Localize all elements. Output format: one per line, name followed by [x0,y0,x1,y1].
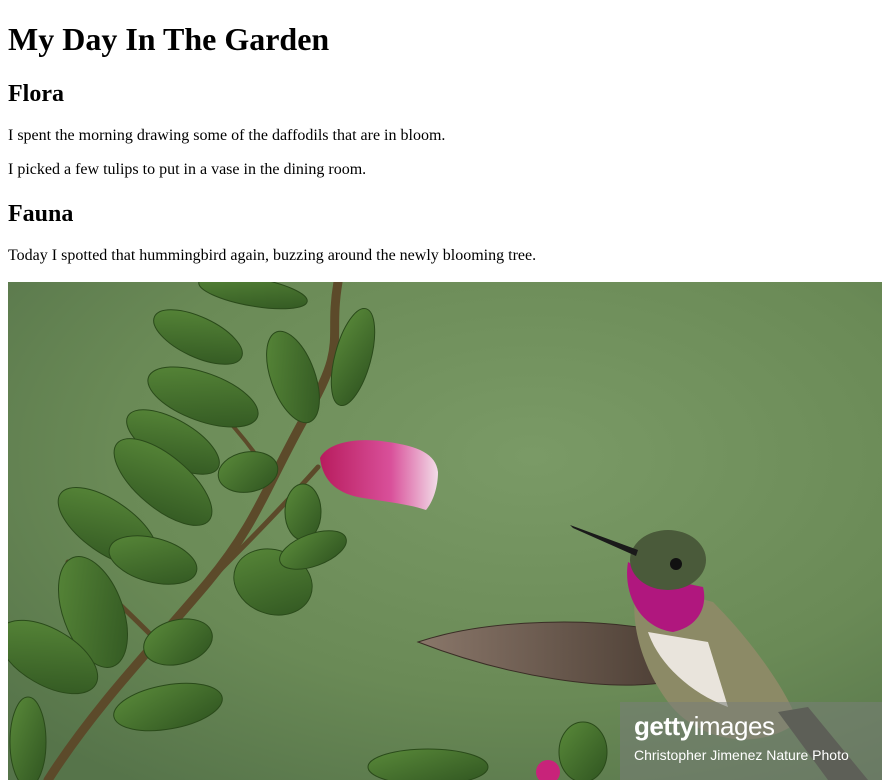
logo-text-light: images [693,711,775,741]
page-title: My Day In The Garden [8,21,330,57]
flora-paragraph-2: I picked a few tulips to put in a vase i… [8,161,367,178]
flora-paragraph-1: I spent the morning drawing some of the … [8,127,446,144]
logo-text-bold: getty [634,711,694,741]
photo-credit: Christopher Jimenez Nature Photo [634,747,849,763]
fauna-paragraph-1: Today I spotted that hummingbird again, … [8,247,537,264]
fauna-heading: Fauna [8,201,74,227]
getty-images-logo: gettyimages [634,710,775,742]
getty-images-watermark: gettyimages Christopher Jimenez Nature P… [620,702,882,780]
hummingbird-photo: gettyimages Christopher Jimenez Nature P… [8,282,882,780]
flora-heading: Flora [8,81,64,107]
